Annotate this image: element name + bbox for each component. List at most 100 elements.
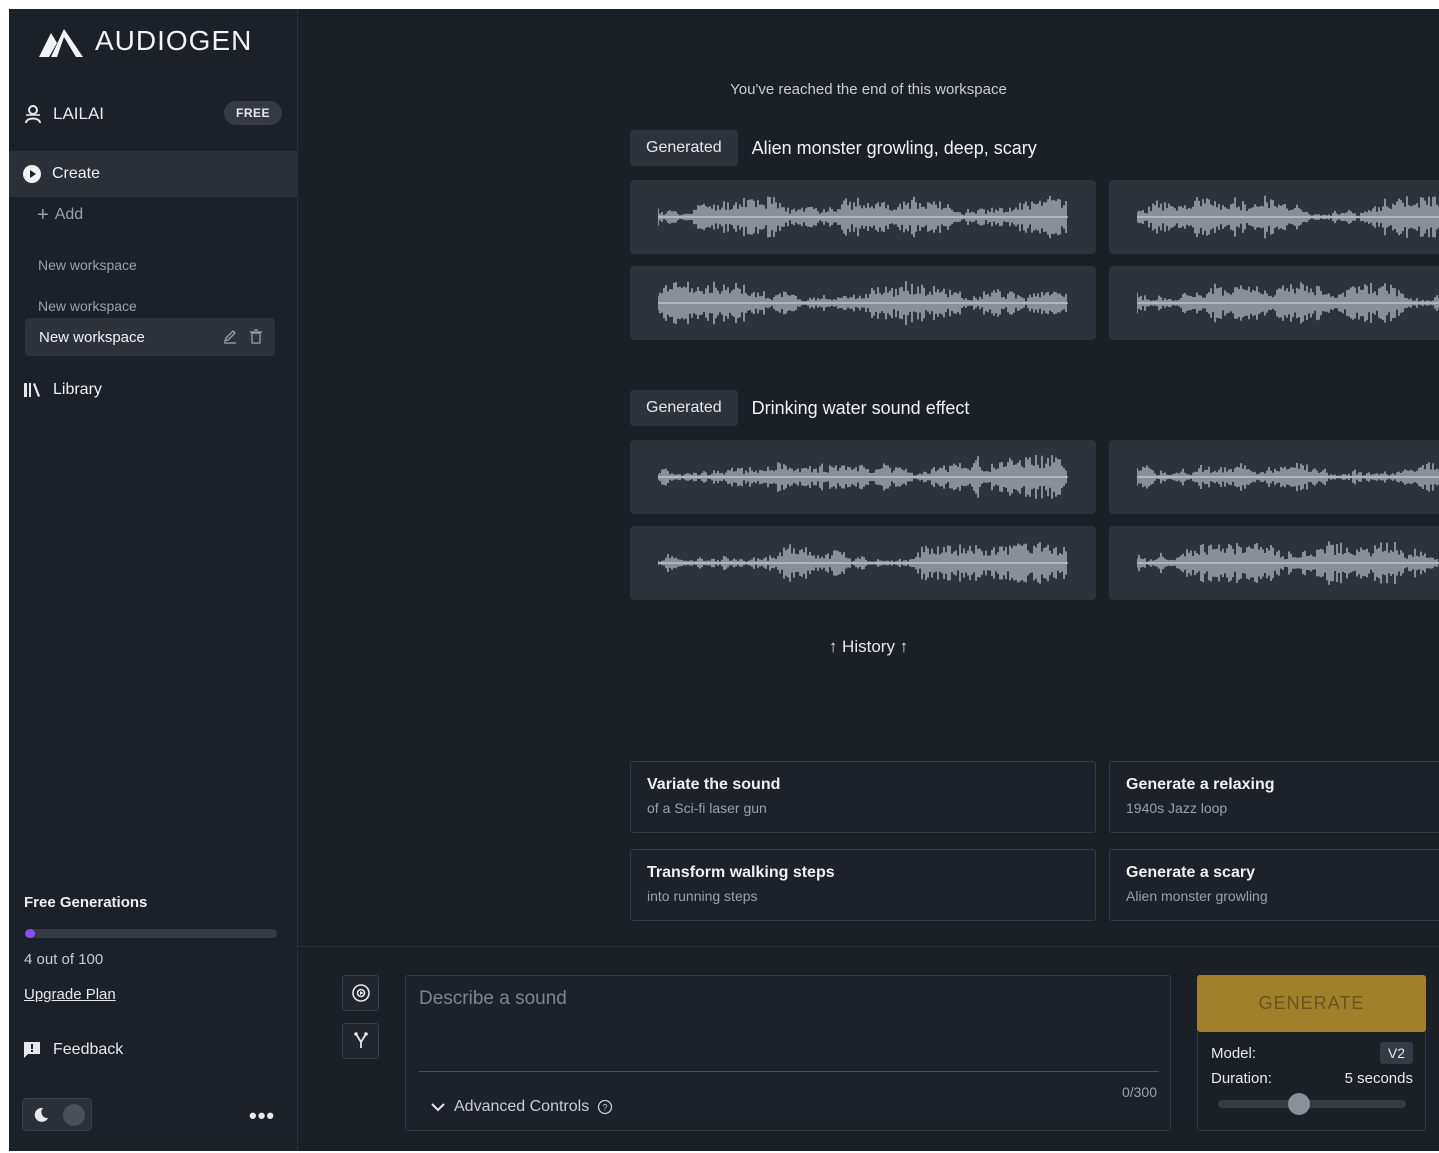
main-area: You've reached the end of this workspace… — [298, 9, 1439, 1151]
waveform-card[interactable] — [630, 440, 1096, 514]
audio-prompt-button[interactable] — [342, 975, 379, 1011]
waveform-icon — [1137, 282, 1439, 324]
end-of-workspace-notice: You've reached the end of this workspace — [730, 81, 1007, 98]
waveform-card[interactable] — [1109, 526, 1439, 600]
svg-text:?: ? — [603, 1103, 608, 1113]
suggestion-subtitle: 1940s Jazz loop — [1126, 800, 1228, 816]
generation-block: Generated Drinking water sound effect — [630, 390, 1439, 600]
waveform-icon — [658, 281, 1068, 325]
duration-label: Duration: — [1211, 1070, 1272, 1087]
suggestion-card[interactable]: Variate the sound of a Sci-fi laser gun — [630, 761, 1096, 833]
theme-toggle[interactable] — [22, 1098, 92, 1131]
feedback-button[interactable]: Feedback — [23, 1041, 123, 1059]
generation-prompt: Drinking water sound effect — [751, 397, 970, 418]
sidebar: AUDIOGEN LAILAI FREE Create + Add New wo… — [9, 9, 298, 1151]
app-window: AUDIOGEN LAILAI FREE Create + Add New wo… — [9, 9, 1439, 1151]
trash-icon[interactable] — [249, 329, 263, 344]
generation-block: Generated Alien monster growling, deep, … — [630, 130, 1439, 340]
brand-name: AUDIOGEN — [95, 25, 253, 56]
nav-create-label: Create — [52, 165, 101, 182]
suggestion-title: Generate a scary — [1126, 864, 1255, 881]
usage-progress-fill — [25, 929, 36, 938]
model-row: Model: V2 — [1211, 1042, 1413, 1064]
duration-slider-handle[interactable] — [1287, 1093, 1310, 1115]
nav-library[interactable]: Library — [23, 381, 102, 399]
generation-header: Generated Drinking water sound effect — [630, 390, 1439, 426]
brand[interactable]: AUDIOGEN — [37, 23, 252, 59]
suggestion-card[interactable]: Generate a relaxing 1940s Jazz loop — [1109, 761, 1439, 833]
advanced-controls-toggle[interactable]: Advanced Controls ? — [430, 1098, 613, 1116]
waveform-icon — [1137, 195, 1439, 239]
edit-icon[interactable] — [223, 329, 237, 344]
suggestion-subtitle: Alien monster growling — [1126, 888, 1268, 904]
user-icon — [25, 105, 41, 124]
waveform-grid — [630, 440, 1439, 600]
suggestion-card[interactable]: Generate a scary Alien monster growling — [1109, 849, 1439, 921]
duration-slider[interactable] — [1218, 1093, 1406, 1115]
generation-header: Generated Alien monster growling, deep, … — [630, 130, 1439, 166]
waveform-card[interactable] — [630, 266, 1096, 340]
audio-circle-icon — [351, 984, 370, 1002]
free-generations-title: Free Generations — [24, 894, 148, 911]
generation-prompt: Alien monster growling, deep, scary — [751, 137, 1037, 158]
waveform-icon — [658, 455, 1068, 499]
audiogen-logo-icon — [39, 29, 83, 57]
nav-create[interactable]: Create — [9, 151, 297, 197]
waveform-icon — [1137, 462, 1439, 492]
model-label: Model: — [1211, 1044, 1257, 1062]
duration-row: Duration: 5 seconds — [1211, 1070, 1413, 1087]
model-select[interactable]: V2 — [1379, 1042, 1413, 1064]
workspace-label: New workspace — [39, 328, 145, 346]
waveform-icon — [658, 195, 1068, 239]
plus-icon: + — [37, 204, 49, 226]
help-icon[interactable]: ? — [597, 1099, 613, 1115]
play-circle-icon — [23, 165, 41, 183]
duration-value: 5 seconds — [1344, 1070, 1413, 1087]
suggestion-title: Variate the sound — [647, 776, 781, 793]
plan-badge: FREE — [223, 101, 282, 125]
feedback-label: Feedback — [53, 1041, 124, 1058]
workspace-item[interactable]: New workspace — [38, 298, 137, 314]
add-workspace-button[interactable]: + Add — [37, 204, 84, 226]
prompt-box: 0/300 Advanced Controls ? — [405, 975, 1171, 1131]
add-label: Add — [54, 206, 84, 223]
user-name: LAILAI — [53, 104, 105, 123]
generated-tag: Generated — [630, 390, 738, 426]
chevron-down-icon — [431, 1103, 445, 1112]
waveform-icon — [658, 542, 1068, 584]
waveform-card[interactable] — [1109, 180, 1439, 254]
feedback-icon — [24, 1042, 40, 1058]
workspace-item-active[interactable]: New workspace — [25, 318, 275, 356]
generation-settings: Model: V2 Duration: 5 seconds — [1197, 1032, 1426, 1131]
waveform-card[interactable] — [1109, 266, 1439, 340]
waveform-card[interactable] — [630, 180, 1096, 254]
upgrade-plan-link[interactable]: Upgrade Plan — [24, 986, 116, 1003]
generate-button[interactable]: GENERATE — [1197, 975, 1426, 1032]
waveform-grid — [630, 180, 1439, 340]
suggestion-title: Transform walking steps — [647, 864, 835, 881]
toggle-knob — [63, 1103, 85, 1126]
history-link[interactable]: ↑ History ↑ — [298, 637, 1439, 657]
branch-icon — [353, 1032, 368, 1048]
variation-button[interactable] — [342, 1023, 379, 1059]
generated-tag: Generated — [630, 130, 738, 166]
suggestion-card[interactable]: Transform walking steps into running ste… — [630, 849, 1096, 921]
suggestion-subtitle: of a Sci-fi laser gun — [647, 800, 767, 816]
composer: 0/300 Advanced Controls ? GENERATE Model… — [298, 946, 1439, 1151]
user-row[interactable]: LAILAI FREE — [23, 100, 288, 128]
char-count: 0/300 — [1121, 1084, 1157, 1100]
suggestion-title: Generate a relaxing — [1126, 776, 1275, 793]
library-icon — [24, 383, 40, 397]
describe-sound-input[interactable] — [419, 988, 1159, 1072]
moon-icon — [34, 1107, 48, 1122]
more-options-icon[interactable]: ••• — [249, 1103, 275, 1129]
usage-progress-bar — [25, 929, 277, 938]
nav-library-label: Library — [53, 381, 102, 398]
workspace-item[interactable]: New workspace — [38, 257, 137, 273]
suggestion-subtitle: into running steps — [647, 888, 758, 904]
suggestion-grid: Variate the sound of a Sci-fi laser gun … — [630, 761, 1439, 921]
waveform-card[interactable] — [1109, 440, 1439, 514]
waveform-icon — [1137, 541, 1439, 585]
waveform-card[interactable] — [630, 526, 1096, 600]
advanced-controls-label: Advanced Controls — [454, 1098, 590, 1115]
